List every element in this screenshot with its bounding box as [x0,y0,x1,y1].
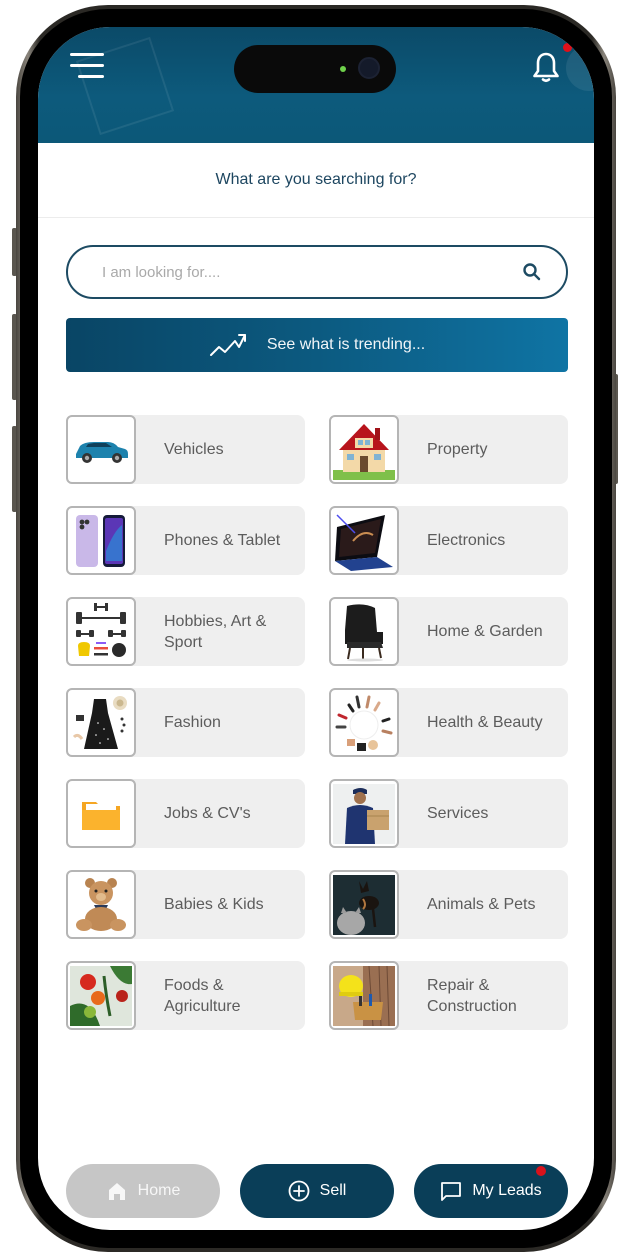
jobs-thumbnail [66,779,136,848]
bottom-navigation: Home Sell My Leads [66,1164,568,1218]
repair-construction-thumbnail [329,961,399,1030]
chat-bubble-icon [441,1182,462,1201]
category-label: Babies & Kids [164,896,264,913]
home-icon [108,1183,125,1200]
plus-circle-icon [288,1180,310,1202]
category-foods-agriculture[interactable]: Foods & Agriculture [66,961,305,1030]
category-animals-pets[interactable]: Animals & Pets [329,870,568,939]
header-decoration [75,36,175,136]
app-header [38,27,594,143]
trending-button[interactable]: See what is trending... [66,318,568,372]
category-services[interactable]: Services [329,779,568,848]
trending-label: See what is trending... [266,336,426,353]
category-property[interactable]: Property [329,415,568,484]
page-subtitle: What are you searching for? [215,171,417,188]
category-label: Health & Beauty [427,714,543,731]
home-label: Home [137,1182,181,1199]
house-image [333,423,395,480]
subtitle-bar: What are you searching for? [38,143,594,218]
category-label: Vehicles [164,441,224,458]
phone-frame: What are you searching for? See what is … [16,5,616,1252]
category-label: Repair & Construction [427,976,517,1015]
animals-pets-thumbnail [329,870,399,939]
category-label: Services [427,805,489,822]
hard-hat-image [333,965,395,1026]
category-home-garden[interactable]: Home & Garden [329,597,568,666]
gym-weights-image [76,602,126,657]
category-repair-construction[interactable]: Repair & Construction [329,961,568,1030]
phones-thumbnail [66,506,136,575]
delivery-man-image [333,783,395,844]
category-label: Phones & Tablet [164,532,281,549]
my-leads-button[interactable]: My Leads [414,1164,568,1218]
property-thumbnail [329,415,399,484]
home-button[interactable]: Home [66,1164,220,1218]
foods-agriculture-thumbnail [66,961,136,1030]
front-camera [358,57,380,79]
category-label: Animals & Pets [427,896,536,913]
search-bar [66,245,568,299]
category-label: Jobs & CV's [164,805,251,822]
search-icon[interactable] [522,262,542,282]
electronics-thumbnail [329,506,399,575]
smartphones-image [76,514,125,567]
category-health-beauty[interactable]: Health & Beauty [329,688,568,757]
services-thumbnail [329,779,399,848]
category-vehicles[interactable]: Vehicles [66,415,305,484]
my-leads-label: My Leads [472,1182,542,1199]
cosmetics-image [335,695,393,751]
leads-notification-dot [536,1166,546,1176]
category-hobbies-art-sport[interactable]: Hobbies, Art & Sport [66,597,305,666]
vehicles-thumbnail [66,415,136,484]
category-fashion[interactable]: Fashion [66,688,305,757]
category-electronics[interactable]: Electronics [329,506,568,575]
category-phones-tablet[interactable]: Phones & Tablet [66,506,305,575]
category-label: Foods & Agriculture [164,976,241,1015]
category-grid: Vehicles Property Phones & Tablet Electr… [66,415,568,1030]
trending-up-icon [209,334,246,356]
category-label: Property [427,441,488,458]
search-input[interactable] [102,263,522,281]
sell-label: Sell [319,1182,347,1199]
sell-button[interactable]: Sell [240,1164,394,1218]
tomatoes-image [70,965,132,1026]
notification-dot [563,43,572,52]
category-label: Home & Garden [427,623,543,640]
teddy-bear-image [76,877,126,931]
header-decoration-circle [566,45,594,91]
dress-image [72,695,127,749]
app-screen: What are you searching for? See what is … [38,27,594,1230]
dog-cat-image [333,874,395,935]
health-beauty-thumbnail [329,688,399,757]
folder-image [82,801,120,830]
babies-kids-thumbnail [66,870,136,939]
category-label: Electronics [427,532,506,549]
bell-icon[interactable] [532,51,560,83]
category-jobs-cvs[interactable]: Jobs & CV's [66,779,305,848]
category-babies-kids[interactable]: Babies & Kids [66,870,305,939]
laptop-image [335,513,393,571]
home-garden-thumbnail [329,597,399,666]
hobbies-thumbnail [66,597,136,666]
category-label: Hobbies, Art & Sport [164,612,267,651]
dynamic-island [234,45,396,93]
phone-bezel: What are you searching for? See what is … [20,9,612,1248]
hamburger-menu-icon[interactable] [70,53,106,79]
fashion-thumbnail [66,688,136,757]
camera-indicator-led [340,66,346,72]
car-image [76,441,128,463]
category-label: Fashion [164,714,221,731]
armchair-image [345,603,383,661]
